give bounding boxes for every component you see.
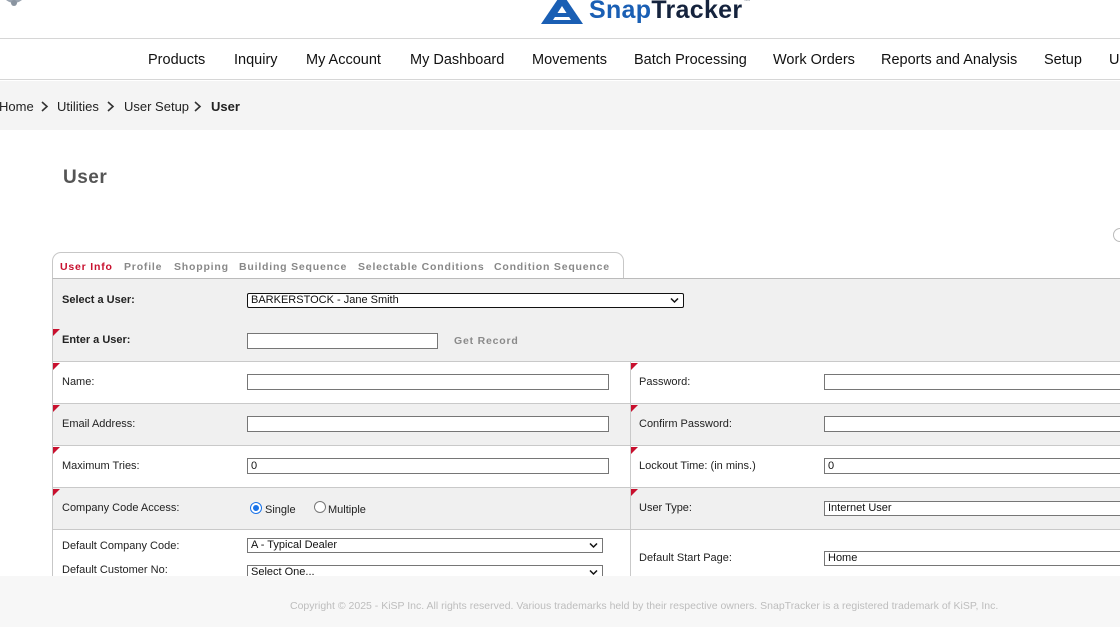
tab-user-info[interactable]: User Info [60, 261, 113, 273]
radio-single-label: Single [265, 504, 296, 516]
page: SnapTracker™ Products Inquiry My Account… [0, 0, 1120, 627]
default-start-select[interactable]: Home [824, 551, 1120, 566]
default-company-value: A - Typical Dealer [251, 539, 338, 551]
chevron-right-icon [107, 101, 115, 112]
name-input[interactable] [247, 374, 609, 390]
lockout-input[interactable]: 0 [824, 458, 1120, 474]
footer: Copyright © 2025 - KiSP Inc. All rights … [0, 576, 1120, 627]
main-nav: Products Inquiry My Account My Dashboard… [0, 38, 1120, 80]
logo-mark [541, 0, 583, 24]
nav-setup[interactable]: Setup [1044, 52, 1082, 68]
email-label: Email Address: [62, 418, 136, 430]
email-input[interactable] [247, 416, 609, 432]
default-start-label: Default Start Page: [639, 552, 732, 564]
required-flag [53, 489, 60, 496]
select-user-label: Select a User: [62, 294, 135, 306]
breadcrumb-home[interactable]: Home [0, 99, 34, 114]
nav-movements[interactable]: Movements [532, 52, 607, 68]
header: SnapTracker™ [0, 0, 1120, 38]
default-start-value: Home [828, 552, 858, 564]
confirm-password-label: Confirm Password: [639, 418, 732, 430]
user-type-label: User Type: [639, 502, 692, 514]
company-access-label: Company Code Access: [62, 502, 180, 514]
chevron-down-icon [670, 297, 679, 304]
nav-my-account[interactable]: My Account [306, 52, 381, 68]
chevron-down-icon [589, 542, 598, 549]
tab-building-sequence[interactable]: Building Sequence [239, 261, 347, 273]
required-flag [631, 363, 638, 370]
get-record-button[interactable]: Get Record [454, 335, 519, 347]
user-type-select[interactable]: Internet User [824, 501, 1120, 516]
password-label: Password: [639, 376, 691, 388]
required-flag [631, 405, 638, 412]
required-flag [53, 363, 60, 370]
bell-icon[interactable] [2, 0, 26, 14]
page-title: User [63, 167, 108, 188]
nav-products[interactable]: Products [148, 52, 205, 68]
logo-tracker: Tracker [651, 0, 743, 24]
side-toggle[interactable] [1113, 228, 1120, 242]
tab-shopping[interactable]: Shopping [174, 261, 229, 273]
breadcrumb-current: User [211, 99, 240, 114]
select-user-value: BARKERSTOCK - Jane Smith [251, 294, 399, 306]
breadcrumb-user-setup[interactable]: User Setup [124, 99, 189, 114]
column-divider [630, 362, 631, 576]
required-flag [53, 329, 60, 336]
logo-wordmark: SnapTracker™ [589, 0, 751, 24]
radio-multiple-label: Multiple [328, 504, 366, 516]
user-lookup-section [53, 279, 1120, 362]
required-flag [53, 405, 60, 412]
max-tries-label: Maximum Tries: [62, 460, 140, 472]
default-company-select[interactable]: A - Typical Dealer [247, 538, 603, 553]
nav-my-dashboard[interactable]: My Dashboard [410, 52, 504, 68]
password-input[interactable] [824, 374, 1120, 390]
breadcrumb-utilities[interactable]: Utilities [57, 99, 99, 114]
tab-condition-sequence[interactable]: Condition Sequence [494, 261, 610, 273]
nav-inquiry[interactable]: Inquiry [234, 52, 278, 68]
radio-single[interactable] [250, 502, 262, 514]
user-type-value: Internet User [828, 502, 892, 514]
logo-trademark: ™ [743, 0, 751, 5]
confirm-password-input[interactable] [824, 416, 1120, 432]
chevron-down-icon [589, 569, 598, 576]
enter-user-label: Enter a User: [62, 334, 131, 346]
logo-snap: Snap [589, 0, 652, 24]
max-tries-input[interactable]: 0 [247, 458, 609, 474]
required-flag [631, 489, 638, 496]
default-customer-label: Default Customer No: [62, 564, 168, 576]
required-flag [631, 447, 638, 454]
lockout-label: Lockout Time: (in mins.) [639, 460, 756, 472]
snaptracker-logo[interactable]: SnapTracker™ [541, 0, 751, 24]
breadcrumb: Home Utilities User Setup User [0, 81, 1120, 130]
enter-user-input[interactable] [247, 333, 438, 349]
radio-multiple[interactable] [314, 501, 326, 513]
select-user-dropdown[interactable]: BARKERSTOCK - Jane Smith [247, 293, 684, 308]
default-company-label: Default Company Code: [62, 540, 180, 552]
nav-batch-processing[interactable]: Batch Processing [634, 52, 747, 68]
chevron-right-icon [41, 101, 49, 112]
default-customer-select[interactable]: Select One... [247, 565, 603, 576]
tab-profile[interactable]: Profile [124, 261, 162, 273]
required-flag [53, 447, 60, 454]
tab-selectable-conditions[interactable]: Selectable Conditions [358, 261, 485, 273]
copyright-text: Copyright © 2025 - KiSP Inc. All rights … [290, 600, 999, 612]
tab-strip: User Info Profile Shopping Building Sequ… [52, 252, 624, 279]
nav-work-orders[interactable]: Work Orders [773, 52, 855, 68]
nav-reports-and-analysis[interactable]: Reports and Analysis [881, 52, 1017, 68]
default-customer-value: Select One... [251, 566, 315, 576]
name-label: Name: [62, 376, 95, 388]
chevron-right-icon [194, 101, 202, 112]
nav-utilities[interactable]: U [1109, 52, 1119, 68]
user-info-form: Select a User: BARKERSTOCK - Jane Smith … [52, 278, 1120, 576]
